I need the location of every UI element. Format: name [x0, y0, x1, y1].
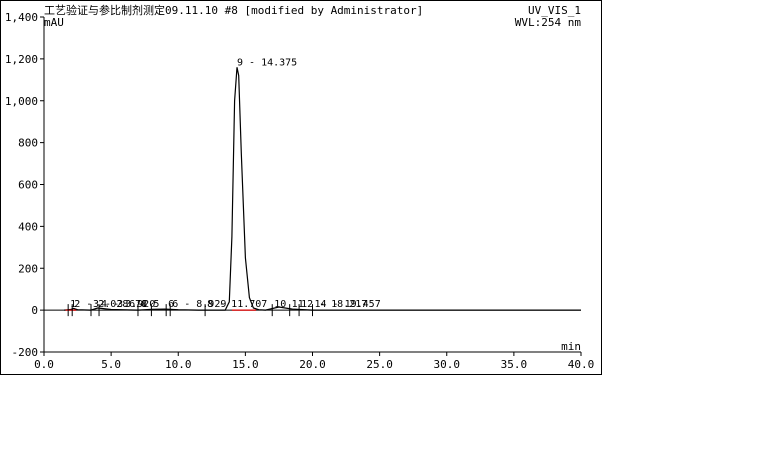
- y-tick-label: 200: [18, 262, 38, 275]
- y-ticks: -200 0 200 400 600 800 1,000 1,200 1,400: [5, 11, 44, 359]
- peak-label: 8 - 11.707: [207, 299, 267, 310]
- x-tick-label: 0.0: [34, 358, 54, 371]
- x-tick-label: 25.0: [366, 358, 393, 371]
- x-tick-label: 30.0: [434, 358, 461, 371]
- peak-label: 9 - 14.375: [237, 57, 297, 68]
- x-tick-label: 35.0: [501, 358, 528, 371]
- chromatogram-chart: 工艺验证与参比制剂测定09.11.10 #8 [modified by Admi…: [5, 3, 594, 371]
- peak-label: 14 - 19.457: [315, 299, 381, 310]
- x-tick-label: 5.0: [101, 358, 121, 371]
- peak-label: 10: [274, 299, 286, 310]
- peak-label: 5: [153, 299, 159, 310]
- x-tick-label: 15.0: [232, 358, 259, 371]
- wavelength-label: WVL:254 nm: [515, 16, 582, 29]
- y-tick-label: 1,400: [5, 11, 38, 24]
- x-ticks: 0.0 5.0 10.0 15.0 20.0 25.0 30.0 35.0 40.0: [34, 352, 594, 371]
- peak-label: 4 - 3.920: [101, 299, 155, 310]
- chart-title: 工艺验证与参比制剂测定09.11.10 #8 [modified by Admi…: [44, 3, 423, 17]
- x-tick-label: 40.0: [568, 358, 595, 371]
- y-tick-label: -200: [12, 346, 39, 359]
- y-tick-label: 600: [18, 179, 38, 192]
- y-tick-label: 0: [31, 304, 38, 317]
- peak-annotations: 12 - 2.0283 - 3.6784 - 3.9204 5 66 - 8.929…: [67, 57, 381, 317]
- y-tick-label: 1,200: [5, 53, 38, 66]
- y-tick-label: 400: [18, 220, 38, 233]
- peak-label: 4: [140, 299, 146, 310]
- chromatogram-trace: [64, 67, 581, 311]
- x-tick-label: 10.0: [165, 358, 192, 371]
- x-unit-label: min: [561, 340, 581, 353]
- x-tick-label: 20.0: [299, 358, 326, 371]
- series-group: [64, 67, 581, 311]
- y-tick-label: 800: [18, 137, 38, 150]
- y-unit-label: mAU: [44, 16, 64, 29]
- y-tick-label: 1,000: [5, 95, 38, 108]
